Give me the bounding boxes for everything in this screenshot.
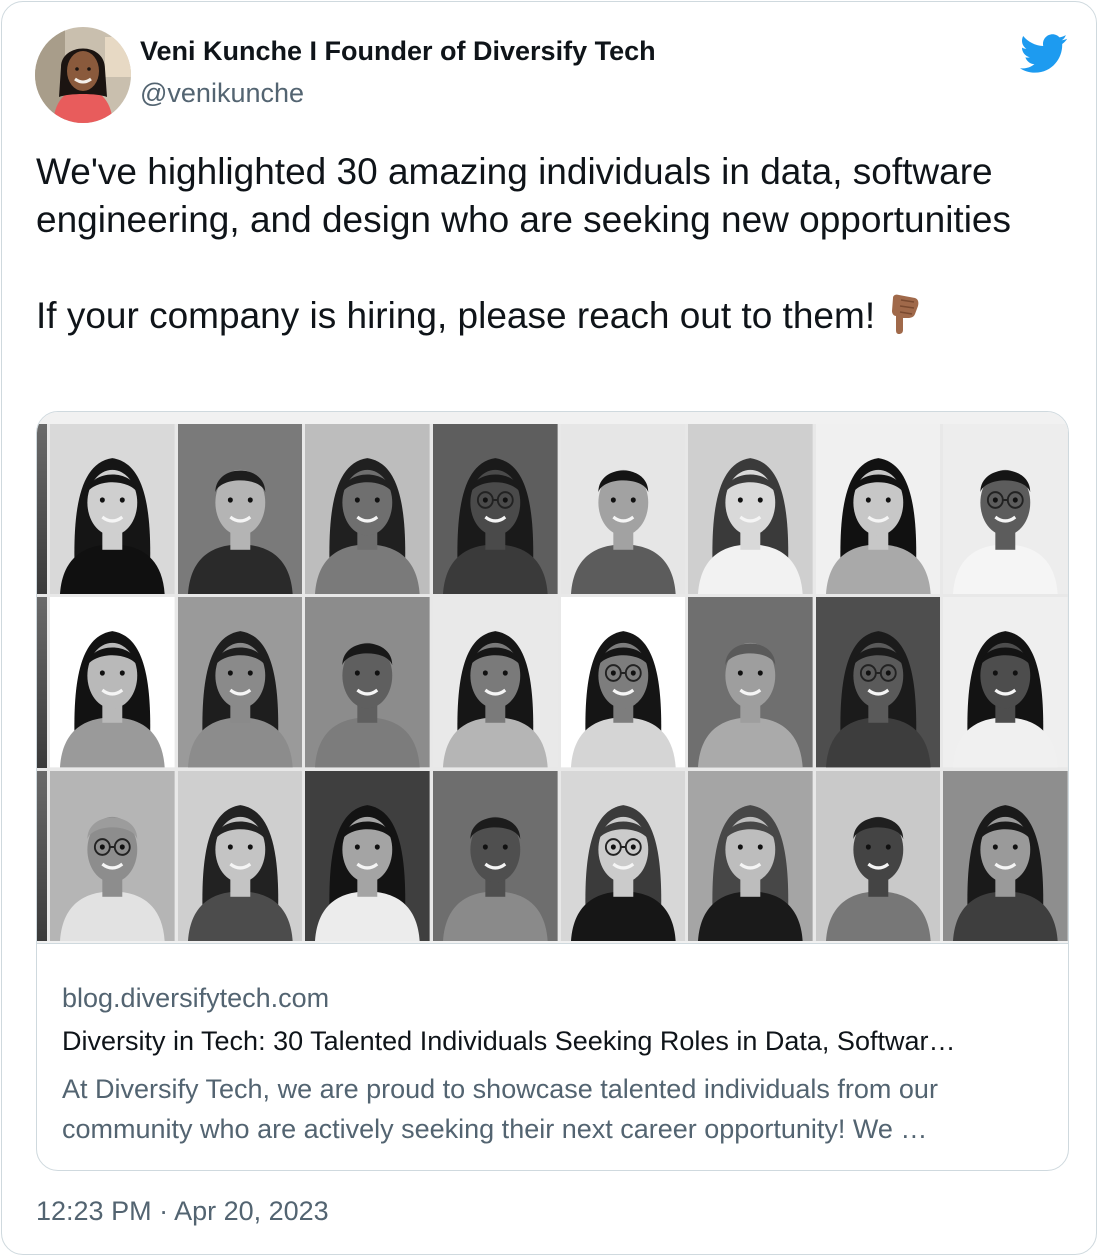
portrait-tile (688, 424, 813, 595)
portrait-photo-icon (688, 424, 813, 595)
portrait-photo-icon (815, 597, 941, 768)
portrait-tile (50, 424, 175, 595)
portrait-photo-icon (305, 424, 430, 595)
portrait-photo-icon (815, 424, 941, 595)
portrait-photo-icon (432, 424, 558, 595)
portrait-tile (432, 597, 558, 768)
portrait-tile (688, 770, 813, 941)
portrait-tile (815, 424, 941, 595)
portrait-tile (177, 597, 303, 768)
portrait-photo-icon (50, 770, 175, 941)
portrait-photo-icon (688, 597, 813, 768)
portrait-tile (177, 770, 303, 941)
tweet-text: We've highlighted 30 amazing individuals… (36, 148, 1076, 340)
avatar-photo-icon (35, 27, 131, 123)
portrait-photo-icon (305, 597, 430, 768)
portrait-tile (305, 597, 430, 768)
grid-edge-strip (37, 770, 47, 941)
tweet-text-line-2: If your company is hiring, please reach … (36, 292, 1076, 340)
link-domain[interactable]: blog.diversifytech.com (62, 983, 329, 1014)
portrait-photo-icon (943, 770, 1068, 941)
portrait-photo-icon (305, 770, 430, 941)
author-name[interactable]: Veni Kunche I Founder of Diversify Tech (140, 36, 656, 67)
portrait-photo-icon (560, 424, 686, 595)
portrait-photo-icon (432, 597, 558, 768)
portrait-photo-icon (432, 770, 558, 941)
tweet-text-line-1: We've highlighted 30 amazing individuals… (36, 151, 1012, 240)
portrait-tile (560, 597, 686, 768)
portrait-photo-icon (943, 424, 1068, 595)
portrait-photo-icon (688, 770, 813, 941)
portrait-photo-icon (560, 597, 686, 768)
portrait-photo-icon (943, 597, 1068, 768)
portrait-tile (943, 597, 1068, 768)
link-preview-card[interactable]: blog.diversifytech.com Diversity in Tech… (36, 411, 1069, 1171)
portrait-photo-icon (560, 770, 686, 941)
portrait-tile (943, 770, 1068, 941)
portrait-grid (37, 424, 1068, 941)
portrait-tile (815, 770, 941, 941)
tweet-timestamp[interactable]: 12:23 PM · Apr 20, 2023 (36, 1196, 329, 1227)
portrait-tile (177, 424, 303, 595)
portrait-tile (50, 770, 175, 941)
grid-edge-strip (37, 597, 47, 768)
portrait-photo-icon (177, 597, 303, 768)
portrait-tile (560, 770, 686, 941)
tweet-text-line-2-text: If your company is hiring, please reach … (36, 295, 876, 336)
portrait-tile (50, 597, 175, 768)
portrait-tile (815, 597, 941, 768)
tweet-card: Veni Kunche I Founder of Diversify Tech … (1, 1, 1097, 1255)
author-handle[interactable]: @venikunche (140, 78, 304, 109)
portrait-tile (432, 770, 558, 941)
portrait-tile (560, 424, 686, 595)
portrait-tile (305, 770, 430, 941)
link-title[interactable]: Diversity in Tech: 30 Talented Individua… (62, 1026, 1042, 1057)
link-description: At Diversify Tech, we are proud to showc… (62, 1074, 938, 1144)
portrait-tile (688, 597, 813, 768)
portrait-tile (432, 424, 558, 595)
portrait-tile (305, 424, 430, 595)
portrait-photo-icon (815, 770, 941, 941)
portrait-tile (943, 424, 1068, 595)
portrait-photo-icon (50, 597, 175, 768)
link-preview-image[interactable] (37, 412, 1068, 944)
pointing-down-icon (892, 294, 919, 334)
portrait-photo-icon (50, 424, 175, 595)
author-avatar[interactable] (35, 27, 131, 123)
portrait-photo-icon (177, 424, 303, 595)
twitter-bird-icon[interactable] (1020, 34, 1068, 74)
portrait-photo-icon (177, 770, 303, 941)
grid-edge-strip (37, 424, 47, 595)
